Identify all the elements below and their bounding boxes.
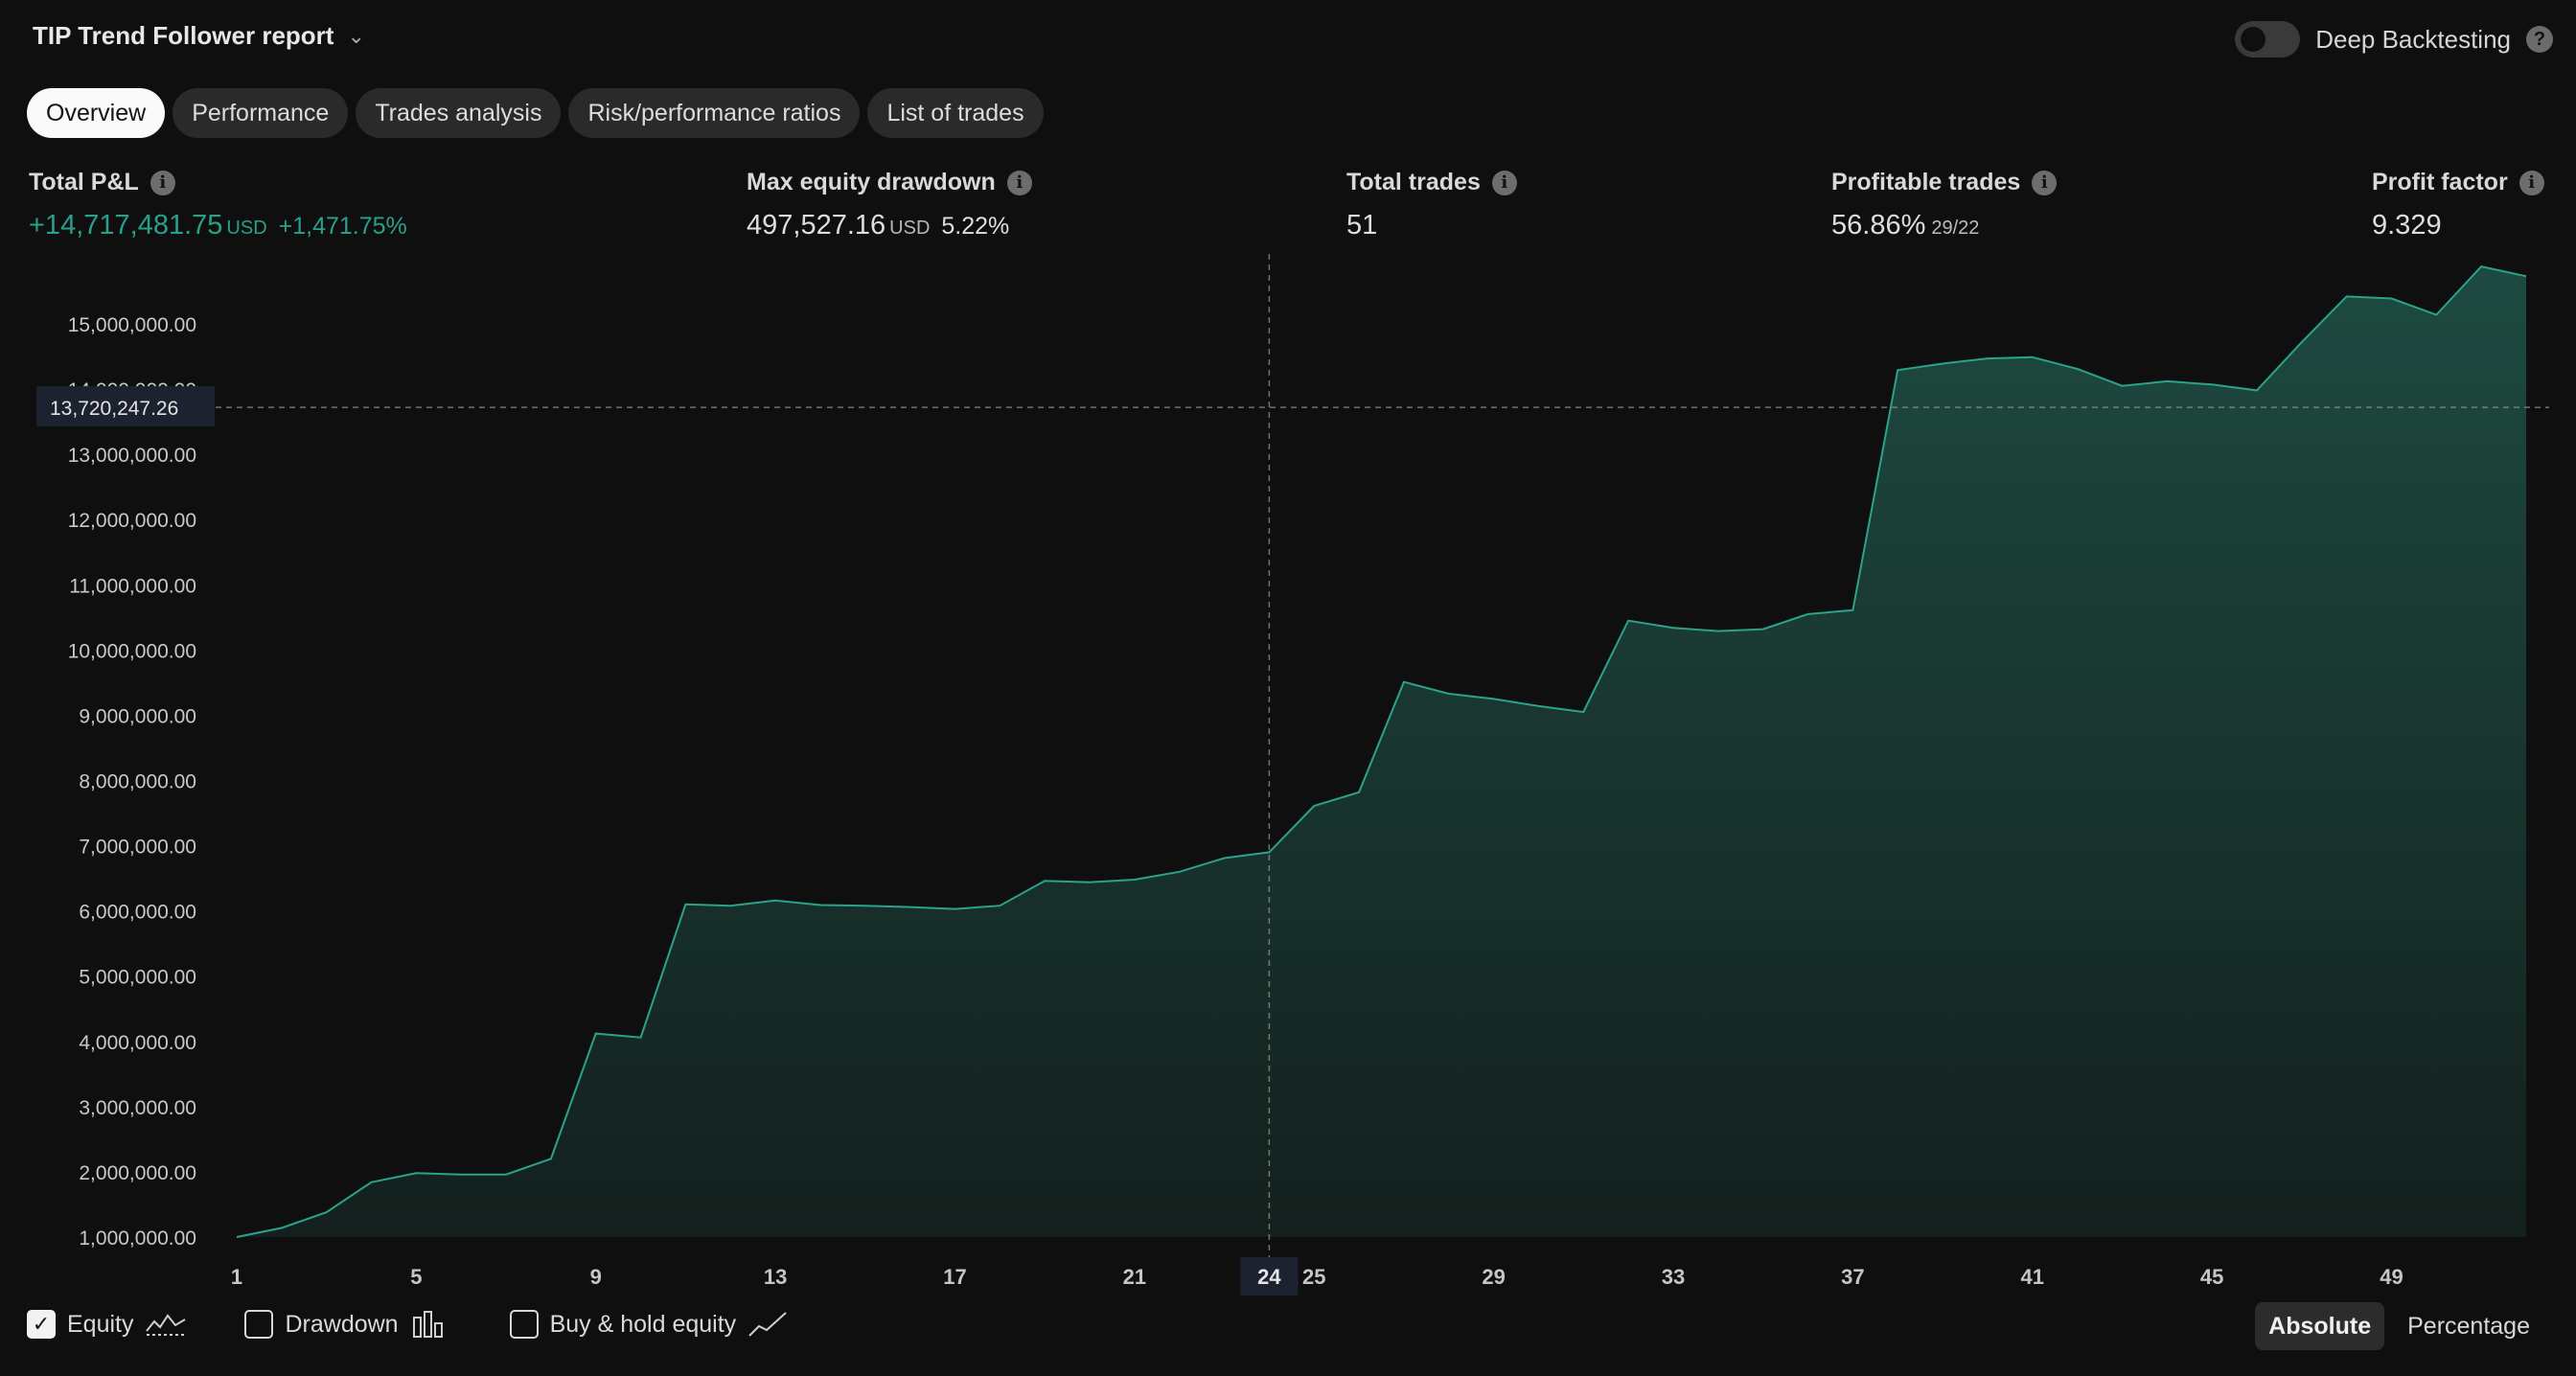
buy-hold-checkbox[interactable] (509, 1310, 539, 1339)
y-tick-label: 12,000,000.00 (68, 510, 196, 532)
stat-label: Max equity drawdown (747, 169, 996, 195)
bar-chart-icon (412, 1311, 443, 1338)
scale-mode: Absolute Percentage (2255, 1302, 2543, 1350)
stat-ratio: 29/22 (1931, 218, 1980, 239)
x-tick-label: 33 (1662, 1265, 1685, 1289)
stat-value: +14,717,481.75 (29, 210, 223, 241)
x-tick-label: 24 (1257, 1265, 1281, 1289)
y-tick-label: 10,000,000.00 (68, 640, 196, 662)
x-tick-label: 17 (943, 1265, 966, 1289)
stat-total-pnl: Total P&L i +14,717,481.75 USD +1,471.75% (29, 169, 407, 241)
info-icon[interactable]: i (150, 170, 175, 195)
legend-label: Drawdown (285, 1310, 399, 1338)
y-tick-label: 4,000,000.00 (79, 1032, 196, 1054)
stat-total-trades: Total trades i 51 (1346, 169, 1517, 241)
stat-max-drawdown: Max equity drawdown i 497,527.16 USD 5.22% (747, 169, 1032, 241)
stat-label: Total P&L (29, 169, 139, 195)
absolute-button[interactable]: Absolute (2255, 1302, 2385, 1350)
equity-area (237, 266, 2526, 1238)
stat-unit: USD (226, 218, 267, 239)
y-tick-label: 3,000,000.00 (79, 1097, 196, 1119)
x-tick-label: 29 (1482, 1265, 1505, 1289)
deep-backtesting: Deep Backtesting ? (2235, 21, 2553, 57)
x-tick-label: 13 (764, 1265, 787, 1289)
stat-percent: 5.22% (941, 213, 1010, 240)
report-title-menu[interactable]: TIP Trend Follower report ⌄ (33, 21, 365, 51)
tab-trades-analysis[interactable]: Trades analysis (356, 88, 562, 138)
x-tick-label: 1 (231, 1265, 242, 1289)
x-tick-label: 25 (1302, 1265, 1325, 1289)
stat-percent: +1,471.75% (278, 213, 407, 240)
deep-backtesting-label: Deep Backtesting (2315, 24, 2511, 54)
equity-checkbox[interactable]: ✓ (27, 1310, 56, 1339)
tab-risk-performance-ratios[interactable]: Risk/performance ratios (568, 88, 861, 138)
chart-legend: ✓ Equity Drawdown Buy & hold equity (27, 1310, 847, 1339)
legend-drawdown[interactable]: Drawdown (244, 1310, 451, 1339)
y-tick-label: 9,000,000.00 (79, 705, 196, 727)
info-icon[interactable]: i (1006, 170, 1032, 195)
toggle-knob (2241, 27, 2266, 52)
x-tick-label: 41 (2020, 1265, 2043, 1289)
area-line-icon (146, 1314, 186, 1336)
stat-value: 497,527.16 (747, 210, 886, 241)
y-tick-label: 2,000,000.00 (79, 1162, 196, 1184)
stat-label: Profit factor (2372, 169, 2508, 195)
tab-overview[interactable]: Overview (27, 88, 166, 138)
legend-buy-hold[interactable]: Buy & hold equity (509, 1310, 791, 1339)
y-tick-label: 8,000,000.00 (79, 771, 196, 793)
y-tick-label: 11,000,000.00 (69, 575, 196, 597)
tab-performance[interactable]: Performance (172, 88, 349, 138)
report-tabs: Overview Performance Trades analysis Ris… (27, 88, 1044, 138)
stat-unit: USD (889, 218, 931, 239)
equity-chart[interactable]: 1,000,000.00 2,000,000.00 3,000,000.00 4,00… (0, 244, 2576, 1298)
x-tick-label: 37 (1841, 1265, 1864, 1289)
stat-label: Profitable trades (1831, 169, 2021, 195)
stat-label: Total trades (1346, 169, 1481, 195)
stat-profit-factor: Profit factor i 9.329 (2372, 169, 2544, 241)
x-tick-label: 9 (590, 1265, 602, 1289)
y-tick-label: 15,000,000.00 (68, 314, 196, 336)
percentage-button[interactable]: Percentage (2394, 1302, 2543, 1350)
chevron-down-icon: ⌄ (347, 23, 365, 48)
x-tick-label: 49 (2380, 1265, 2403, 1289)
y-tick-label: 7,000,000.00 (79, 837, 196, 859)
legend-label: Buy & hold equity (549, 1310, 737, 1338)
report-title: TIP Trend Follower report (33, 21, 334, 50)
legend-equity[interactable]: ✓ Equity (27, 1310, 187, 1339)
y-tick-label: 1,000,000.00 (79, 1227, 196, 1250)
help-icon[interactable]: ? (2526, 26, 2553, 53)
legend-label: Equity (67, 1310, 134, 1338)
info-icon[interactable]: i (2032, 170, 2058, 195)
stat-profitable-trades: Profitable trades i 56.86% 29/22 (1831, 169, 2058, 241)
crosshair-y-label: 13,720,247.26 (50, 398, 178, 420)
x-tick-label: 21 (1123, 1265, 1146, 1289)
y-tick-label: 5,000,000.00 (79, 967, 196, 989)
stat-value: 56.86% (1831, 210, 1926, 241)
deep-backtesting-toggle[interactable] (2235, 21, 2301, 57)
y-tick-label: 13,000,000.00 (68, 445, 196, 467)
line-chart-icon (748, 1312, 787, 1337)
info-icon[interactable]: i (2518, 170, 2544, 195)
stat-value: 51 (1346, 210, 1378, 241)
x-tick-label: 45 (2200, 1265, 2223, 1289)
info-icon[interactable]: i (1491, 170, 1517, 195)
stat-value: 9.329 (2372, 210, 2442, 241)
y-tick-label: 6,000,000.00 (79, 902, 196, 924)
y-axis: 1,000,000.00 2,000,000.00 3,000,000.00 4,00… (68, 314, 196, 1250)
x-tick-label: 5 (410, 1265, 422, 1289)
x-axis: 1 5 9 13 17 21 24 25 29 33 37 41 45 49 (231, 1257, 2404, 1296)
tab-list-of-trades[interactable]: List of trades (867, 88, 1044, 138)
drawdown-checkbox[interactable] (244, 1310, 274, 1339)
